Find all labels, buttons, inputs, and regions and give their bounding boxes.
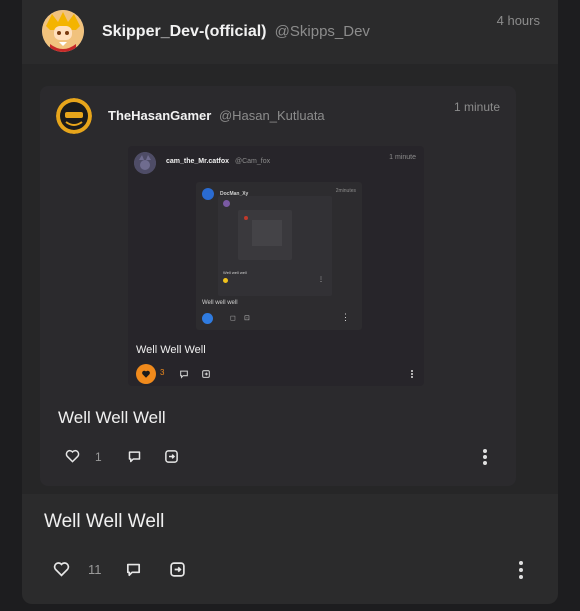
deeper-like-button[interactable] <box>223 278 228 283</box>
quoted-share-button[interactable] <box>163 448 179 464</box>
nested-share-button[interactable] <box>200 368 212 380</box>
comment-icon <box>126 563 140 576</box>
comment-icon <box>128 450 140 462</box>
quoted-post-text: Well Well Well <box>58 408 166 427</box>
quoted-timestamp: 1 minute <box>453 100 500 114</box>
heart-icon <box>65 449 79 463</box>
post-header: Skipper_Dev-(official) @Skipps_Dev 4 hou… <box>22 0 558 64</box>
share-icon <box>202 370 210 378</box>
heart-icon <box>53 562 69 577</box>
share-icon <box>169 561 185 577</box>
quoted-like-count: 1 <box>95 450 102 464</box>
deeper-post-card[interactable]: Well well well ⋮ <box>218 196 332 296</box>
nested-more-button[interactable] <box>410 370 414 382</box>
deep-like-button[interactable] <box>202 313 213 324</box>
like-count: 11 <box>88 562 102 577</box>
quoted-comment-button[interactable] <box>126 448 142 464</box>
deep-kebab-icon[interactable]: ⋮ <box>341 312 350 323</box>
more-button[interactable] <box>518 561 524 579</box>
quoted-author-handle[interactable]: @Hasan_Kutluata <box>219 108 325 123</box>
nested-author-handle[interactable]: @Cam_fox <box>235 158 270 165</box>
deep-post-text: Well well well <box>202 300 238 306</box>
deep-post-card[interactable]: DocMan_Xy 2minutes Well well well ⋮ Well… <box>196 182 362 330</box>
deepest-post-card[interactable] <box>238 210 292 260</box>
like-button[interactable] <box>52 560 70 578</box>
nested-timestamp: 1 minute <box>389 154 416 161</box>
deep-comment-icon[interactable]: ◻ <box>230 314 236 322</box>
nested-like-button[interactable] <box>136 364 156 384</box>
deep-timestamp: 2minutes <box>335 188 356 194</box>
share-icon <box>164 449 178 463</box>
share-button[interactable] <box>168 560 186 578</box>
post-text: Well Well Well <box>44 511 165 532</box>
quoted-author-line: TheHasanGamer @Hasan_Kutluata <box>108 108 325 123</box>
quoted-more-button[interactable] <box>482 449 488 465</box>
nested-like-count: 3 <box>160 368 165 377</box>
post-body: TheHasanGamer @Hasan_Kutluata 1 minute c… <box>22 64 558 494</box>
avatar[interactable] <box>42 10 84 52</box>
nested-post-text: Well Well Well <box>136 344 206 356</box>
quoted-post-card[interactable]: TheHasanGamer @Hasan_Kutluata 1 minute c… <box>40 86 516 486</box>
deeper-post-text: Well well well <box>223 270 247 275</box>
nested-comment-button[interactable] <box>178 368 190 380</box>
author-handle[interactable]: @Skipps_Dev <box>275 23 370 40</box>
heart-icon <box>142 370 150 378</box>
nested-post-card[interactable]: cam_the_Mr.catfox @Cam_fox 1 minute DocM… <box>128 146 424 386</box>
deep-avatar[interactable] <box>202 188 214 200</box>
post-card: Skipper_Dev-(official) @Skipps_Dev 4 hou… <box>22 0 558 604</box>
deeper-avatar[interactable] <box>223 200 230 207</box>
quoted-author-name[interactable]: TheHasanGamer <box>108 108 211 123</box>
deeper-kebab[interactable]: ⋮ <box>318 276 324 283</box>
quoted-like-button[interactable] <box>64 448 80 464</box>
nested-avatar[interactable] <box>134 152 156 174</box>
nested-author-line: cam_the_Mr.catfox @Cam_fox <box>166 158 270 165</box>
quoted-avatar[interactable] <box>56 98 92 134</box>
comment-button[interactable] <box>124 560 142 578</box>
deep-share-icon[interactable]: ⊡ <box>244 314 250 322</box>
comment-icon <box>180 370 188 379</box>
nested-author-name[interactable]: cam_the_Mr.catfox <box>166 158 229 165</box>
deepest-avatar <box>244 216 248 220</box>
post-timestamp: 4 hours <box>496 13 540 28</box>
author-line: Skipper_Dev-(official) @Skipps_Dev <box>102 23 370 41</box>
author-name[interactable]: Skipper_Dev-(official) <box>102 23 266 40</box>
